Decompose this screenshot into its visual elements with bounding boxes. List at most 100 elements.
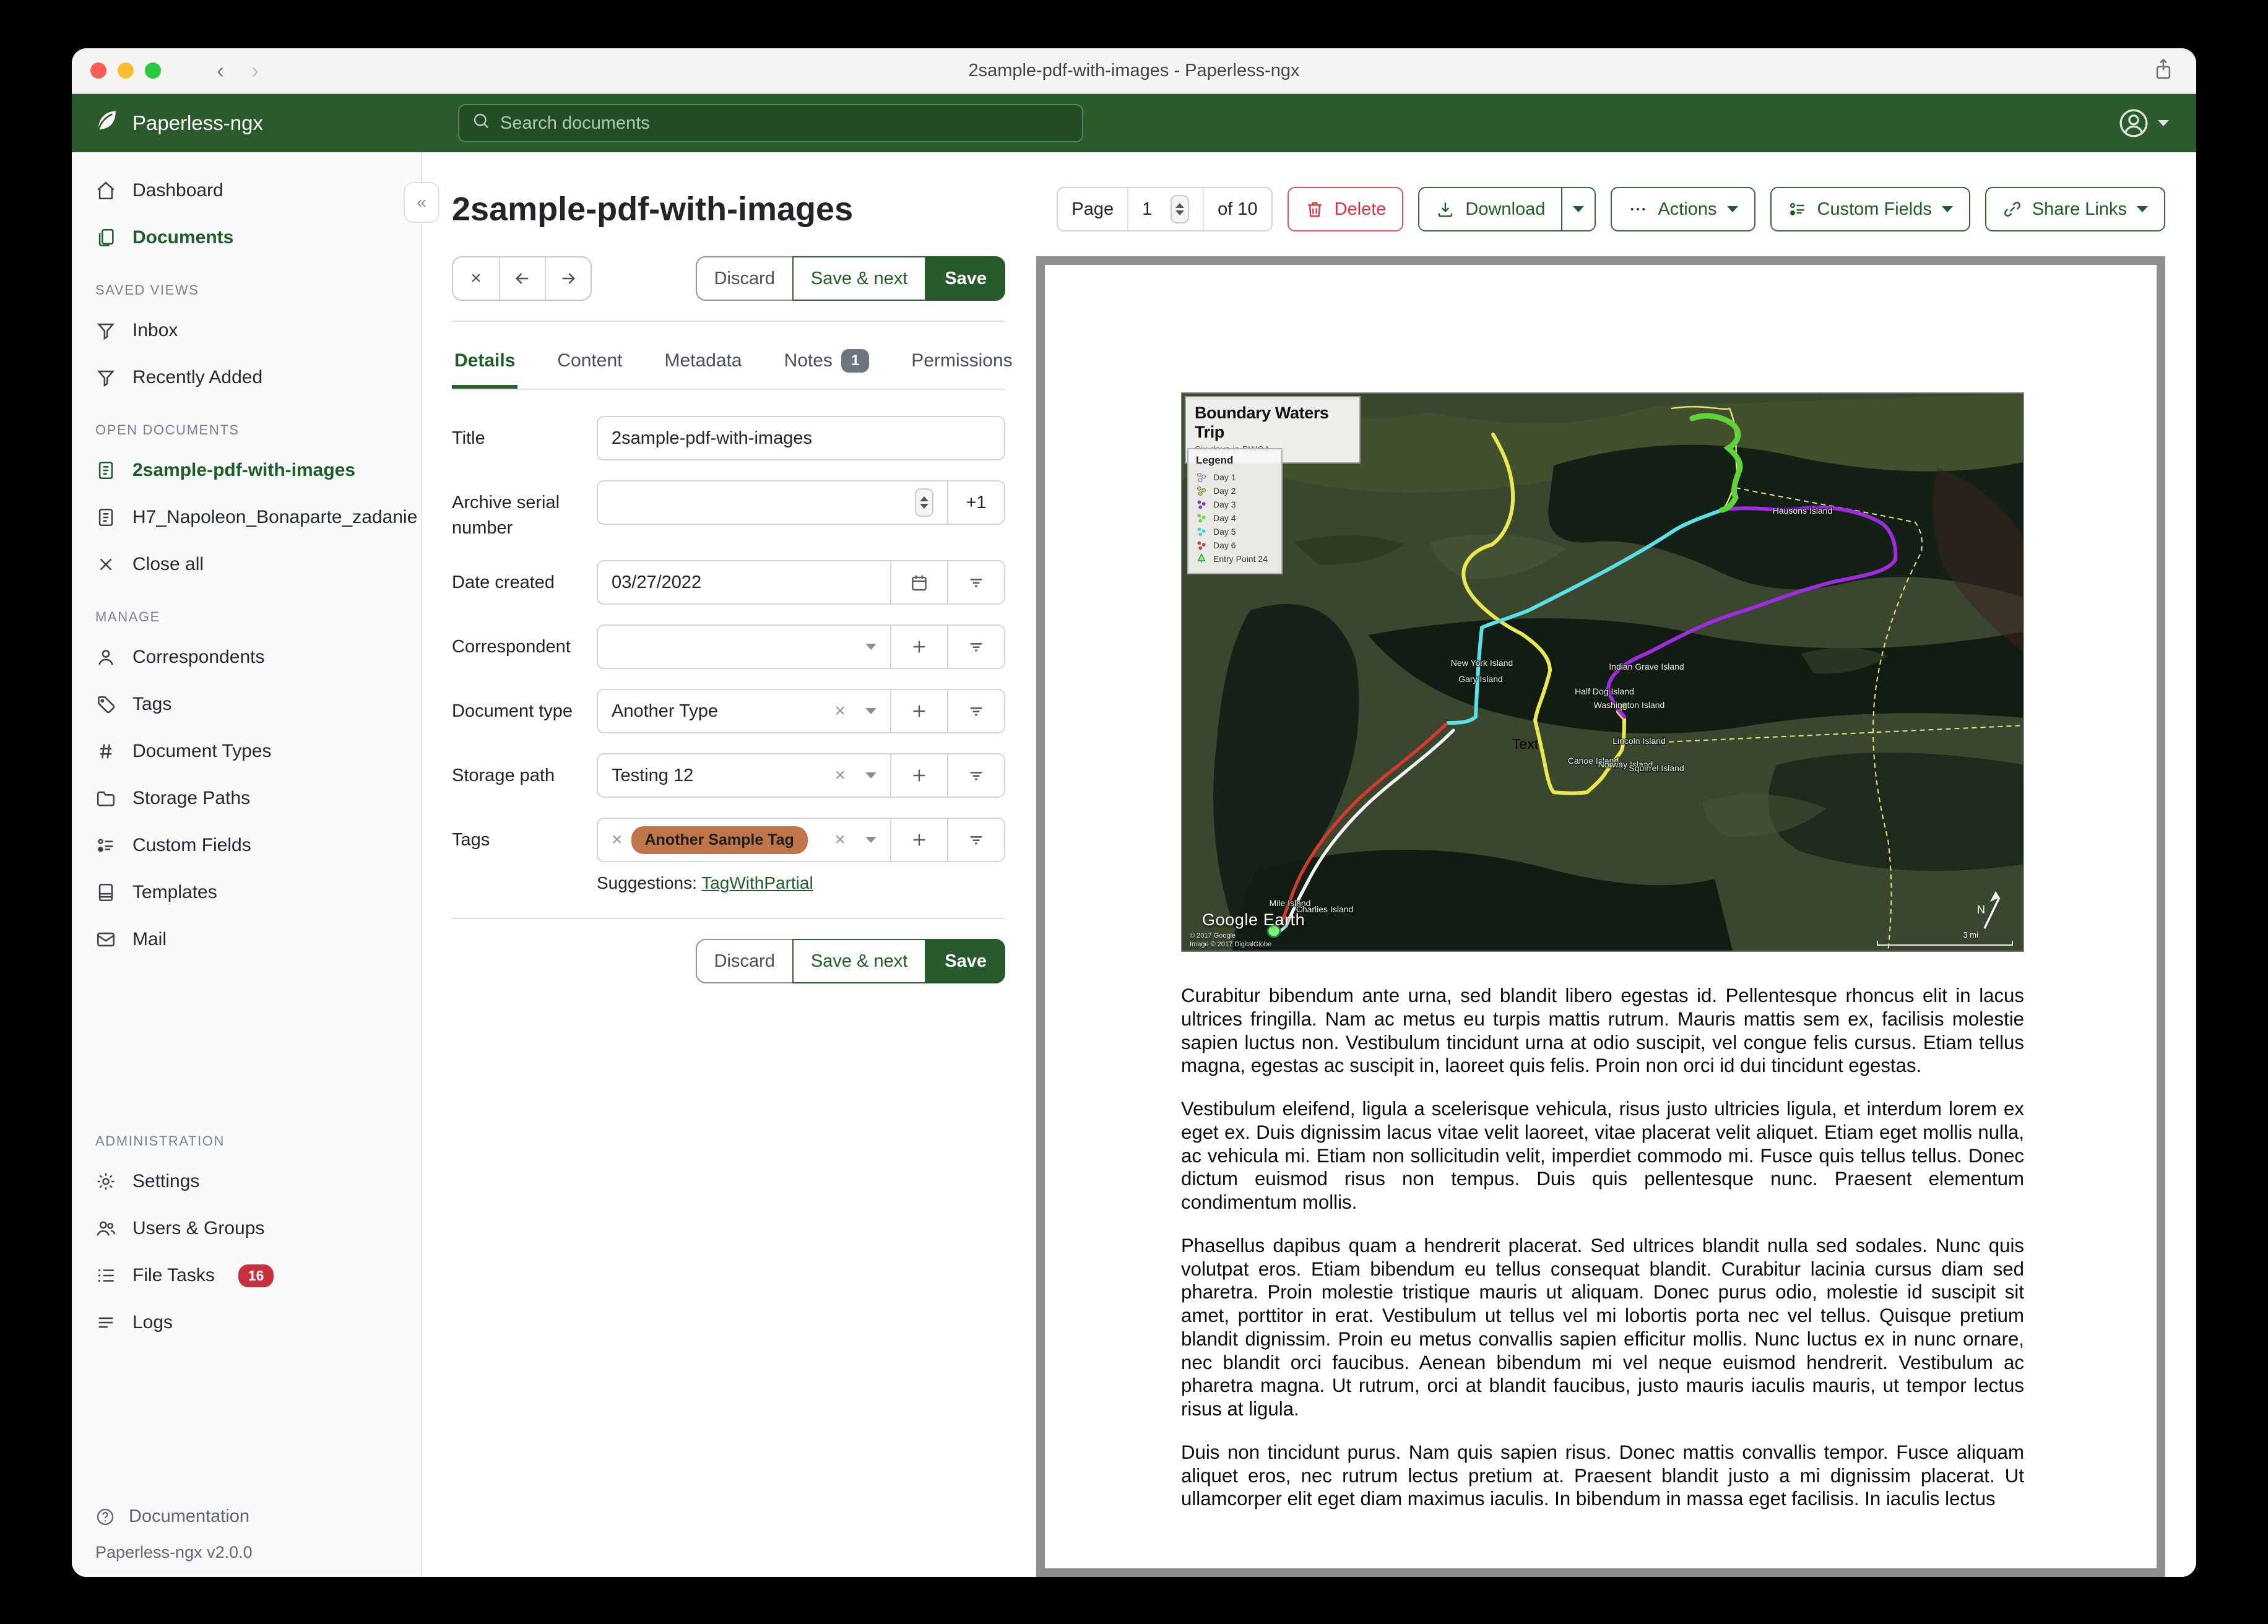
sidebar-item-open-doc-1[interactable]: 2sample-pdf-with-images bbox=[72, 447, 421, 494]
tab-details[interactable]: Details bbox=[452, 333, 517, 389]
save-button[interactable]: Save bbox=[926, 256, 1005, 301]
zoom-button[interactable] bbox=[145, 63, 161, 79]
sidebar-item-inbox[interactable]: Inbox bbox=[72, 307, 421, 354]
date-created-input[interactable] bbox=[612, 572, 876, 593]
title-input[interactable] bbox=[612, 428, 990, 449]
plus-icon bbox=[913, 705, 925, 717]
forward-button[interactable]: › bbox=[251, 58, 259, 84]
suggestion-tag-link[interactable]: TagWithPartial bbox=[701, 873, 813, 892]
sidebar-item-label: Mail bbox=[132, 929, 167, 949]
pdf-viewer[interactable]: New York Island Gary Island Hausons Isla… bbox=[1036, 256, 2165, 1577]
chevron-down-icon bbox=[2158, 120, 2169, 126]
sidebar-item-label: Documents bbox=[132, 227, 234, 248]
map-title: Boundary Waters Trip bbox=[1195, 404, 1329, 441]
save-next-button[interactable]: Save & next bbox=[792, 256, 927, 301]
tags-filter-button[interactable] bbox=[947, 819, 1004, 862]
sidebar-item-label: Inbox bbox=[132, 320, 178, 340]
tags-field-label: Tags bbox=[452, 830, 490, 850]
page-stepper[interactable] bbox=[1171, 195, 1190, 223]
share-links-button[interactable]: Share Links bbox=[1984, 187, 2165, 231]
tab-content[interactable]: Content bbox=[555, 333, 625, 389]
sidebar-item-dashboard[interactable]: Dashboard bbox=[72, 167, 421, 214]
correspondent-select[interactable] bbox=[598, 626, 890, 668]
asn-input[interactable] bbox=[612, 492, 906, 513]
sidebar-item-open-doc-2[interactable]: H7_Napoleon_Bonaparte_zadanie bbox=[72, 494, 421, 541]
sidebar-item-tags[interactable]: Tags bbox=[72, 681, 421, 728]
clear-icon[interactable]: × bbox=[834, 829, 846, 850]
sidebar-item-mail[interactable]: Mail bbox=[72, 916, 421, 963]
sidebar-item-templates[interactable]: Templates bbox=[72, 869, 421, 916]
sidebar-item-documents[interactable]: Documents bbox=[72, 214, 421, 261]
share-icon[interactable] bbox=[2153, 57, 2174, 87]
sidebar-item-logs[interactable]: Logs bbox=[72, 1299, 421, 1346]
search-input[interactable] bbox=[500, 113, 1070, 134]
document-type-filter-button[interactable] bbox=[947, 690, 1004, 733]
sidebar-item-label: Close all bbox=[132, 554, 204, 574]
sidebar-item-file-tasks[interactable]: File Tasks 16 bbox=[72, 1252, 421, 1299]
sidebar-item-recently-added[interactable]: Recently Added bbox=[72, 354, 421, 401]
asn-plus-one-button[interactable]: +1 bbox=[947, 482, 1004, 524]
close-button[interactable] bbox=[90, 63, 106, 79]
correspondent-filter-button[interactable] bbox=[947, 626, 1004, 668]
add-document-type-button[interactable] bbox=[890, 690, 947, 733]
tags-select[interactable]: × Another Sample Tag × bbox=[598, 819, 890, 861]
sidebar-item-document-types[interactable]: Document Types bbox=[72, 728, 421, 775]
save-next-button[interactable]: Save & next bbox=[792, 939, 927, 984]
sidebar-collapse-button[interactable]: « bbox=[404, 182, 439, 223]
next-document-button[interactable] bbox=[545, 257, 591, 300]
search-bar[interactable] bbox=[458, 104, 1083, 142]
calendar-button[interactable] bbox=[890, 561, 947, 604]
paragraph: Curabitur bibendum ante urna, sed blandi… bbox=[1181, 985, 2024, 1077]
discard-button[interactable]: Discard bbox=[695, 939, 794, 984]
save-button[interactable]: Save bbox=[926, 939, 1005, 984]
hash-icon bbox=[100, 744, 112, 759]
brand[interactable]: Paperless-ngx bbox=[72, 108, 422, 139]
custom-fields-icon bbox=[1790, 203, 1804, 215]
storage-path-select[interactable]: Testing 12 × bbox=[598, 754, 890, 797]
add-tag-button[interactable] bbox=[890, 819, 947, 862]
sidebar-item-custom-fields[interactable]: Custom Fields bbox=[72, 822, 421, 869]
chevron-down-icon bbox=[865, 708, 876, 715]
back-button[interactable]: ‹ bbox=[217, 58, 224, 84]
sidebar-item-settings[interactable]: Settings bbox=[72, 1158, 421, 1205]
sidebar-item-correspondents[interactable]: Correspondents bbox=[72, 634, 421, 681]
discard-button[interactable]: Discard bbox=[695, 256, 794, 301]
sidebar-item-storage-paths[interactable]: Storage Paths bbox=[72, 775, 421, 822]
sidebar-item-users-groups[interactable]: Users & Groups bbox=[72, 1205, 421, 1252]
asn-stepper[interactable] bbox=[915, 488, 933, 517]
previous-document-button[interactable] bbox=[499, 257, 545, 300]
download-button[interactable]: Download bbox=[1419, 188, 1562, 230]
download-options-button[interactable] bbox=[1561, 188, 1595, 230]
custom-fields-icon bbox=[98, 839, 113, 852]
clear-icon[interactable]: × bbox=[834, 765, 846, 786]
entry-point-icon bbox=[1197, 553, 1206, 563]
search-icon bbox=[472, 111, 490, 135]
document-type-select[interactable]: Another Type × bbox=[598, 690, 890, 732]
title-field-label: Title bbox=[452, 428, 485, 448]
remove-tag-icon[interactable]: × bbox=[612, 829, 623, 850]
sidebar-item-close-all[interactable]: Close all bbox=[72, 541, 421, 588]
sidebar-heading-manage: MANAGE bbox=[95, 609, 160, 624]
minimize-button[interactable] bbox=[118, 63, 134, 79]
page-number-input[interactable] bbox=[1142, 199, 1162, 220]
actions-button[interactable]: Actions bbox=[1611, 187, 1755, 231]
close-document-button[interactable]: × bbox=[453, 257, 499, 300]
clear-icon[interactable]: × bbox=[834, 701, 846, 722]
add-storage-path-button[interactable] bbox=[890, 754, 947, 797]
tag-chip[interactable]: Another Sample Tag bbox=[631, 826, 808, 854]
tab-notes[interactable]: Notes 1 bbox=[782, 333, 872, 389]
delete-button[interactable]: Delete bbox=[1287, 187, 1404, 231]
storage-path-filter-button[interactable] bbox=[947, 754, 1004, 797]
date-filter-button[interactable] bbox=[947, 561, 1004, 604]
sidebar: Dashboard Documents SAVED VIEWS Inbox Re… bbox=[72, 152, 422, 1577]
map-credit: Image © 2017 DigitalGlobe bbox=[1190, 941, 1272, 948]
user-menu[interactable] bbox=[2118, 108, 2169, 139]
tab-metadata[interactable]: Metadata bbox=[662, 333, 744, 389]
documentation-link[interactable]: Documentation bbox=[72, 1495, 421, 1532]
tab-permissions[interactable]: Permissions bbox=[909, 333, 1015, 389]
file-text-icon bbox=[98, 508, 113, 527]
svg-text:Text: Text bbox=[1512, 736, 1539, 752]
add-correspondent-button[interactable] bbox=[890, 626, 947, 668]
custom-fields-button[interactable]: Custom Fields bbox=[1770, 187, 1970, 231]
window-controls bbox=[72, 63, 161, 79]
